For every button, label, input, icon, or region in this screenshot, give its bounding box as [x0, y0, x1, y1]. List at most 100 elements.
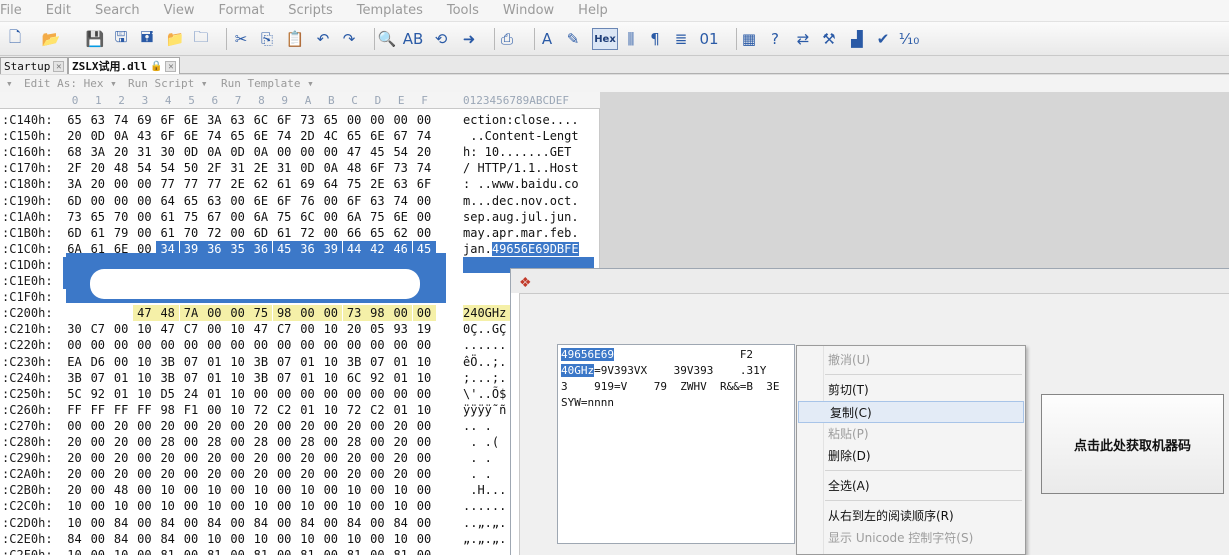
hex-byte[interactable]: 6C: [249, 112, 272, 128]
hex-byte[interactable]: 10: [296, 482, 319, 498]
hex-byte[interactable]: 63: [389, 176, 412, 192]
context-menu-item[interactable]: 显示 Unicode 控制字符(S): [797, 527, 1025, 549]
hex-byte[interactable]: 00: [273, 337, 296, 353]
hex-byte[interactable]: 20: [389, 450, 412, 466]
hex-byte[interactable]: FF: [63, 402, 86, 418]
hex-byte[interactable]: 20: [203, 466, 226, 482]
hex-byte[interactable]: 00: [180, 482, 203, 498]
paragraph-icon[interactable]: ¶: [644, 28, 666, 50]
replace-icon[interactable]: ⟲: [430, 28, 452, 50]
hex-byte[interactable]: 10: [319, 321, 342, 337]
hex-byte[interactable]: C7: [273, 321, 296, 337]
hex-byte[interactable]: 00: [110, 176, 133, 192]
hex-byte[interactable]: 77: [180, 176, 203, 192]
hex-byte[interactable]: 00: [296, 337, 319, 353]
open-icon[interactable]: 📂: [40, 28, 62, 50]
hex-byte[interactable]: 10: [203, 482, 226, 498]
hex-byte[interactable]: 10: [226, 354, 249, 370]
hex-byte[interactable]: 00: [413, 386, 436, 402]
hex-byte[interactable]: 6E: [180, 112, 203, 128]
hex-byte[interactable]: 07: [366, 354, 389, 370]
hex-byte[interactable]: 28: [343, 434, 366, 450]
hex-byte[interactable]: 10: [156, 482, 179, 498]
hex-byte[interactable]: 3A: [203, 112, 226, 128]
hex-byte[interactable]: 20: [296, 466, 319, 482]
hex-byte[interactable]: 0A: [249, 144, 272, 160]
hex-byte[interactable]: 00: [296, 305, 319, 322]
hex-byte[interactable]: 00: [296, 386, 319, 402]
hex-byte[interactable]: 01: [296, 354, 319, 370]
hex-byte[interactable]: FF: [133, 402, 156, 418]
menu-format[interactable]: Format: [218, 3, 264, 18]
find-replace-icon[interactable]: AB: [402, 28, 424, 50]
hex-byte[interactable]: 00: [180, 547, 203, 555]
close-icon[interactable]: ✕: [165, 60, 177, 72]
hex-byte[interactable]: 00: [273, 498, 296, 514]
hex-byte[interactable]: 73: [342, 305, 366, 322]
hex-byte[interactable]: 93: [389, 321, 412, 337]
hex-byte[interactable]: 72: [296, 225, 319, 241]
ascii-cell[interactable]: m...dec.nov.oct.: [463, 193, 594, 209]
hex-byte[interactable]: 00: [86, 515, 109, 531]
hex-byte[interactable]: 10: [203, 531, 226, 547]
hex-byte[interactable]: 00: [319, 531, 342, 547]
hex-byte[interactable]: 00: [86, 482, 109, 498]
hex-byte[interactable]: 00: [366, 466, 389, 482]
hex-byte[interactable]: 65: [366, 225, 389, 241]
hex-byte[interactable]: 6E: [180, 128, 203, 144]
hex-byte[interactable]: 30: [63, 321, 86, 337]
hex-byte[interactable]: 00: [319, 434, 342, 450]
hex-byte[interactable]: 20: [203, 450, 226, 466]
hex-byte[interactable]: 2D: [296, 128, 319, 144]
hex-byte[interactable]: 00: [296, 321, 319, 337]
hex-byte[interactable]: 00: [413, 482, 436, 498]
hex-byte[interactable]: F1: [180, 402, 203, 418]
hex-byte[interactable]: 00: [413, 515, 436, 531]
hex-byte[interactable]: 00: [226, 337, 249, 353]
hex-byte[interactable]: 65: [343, 128, 366, 144]
hex-byte[interactable]: 48: [110, 160, 133, 176]
highlight-icon[interactable]: ✎: [562, 28, 584, 50]
hex-byte[interactable]: 4C: [319, 128, 342, 144]
hex-byte[interactable]: 10: [63, 515, 86, 531]
hex-byte[interactable]: 84: [343, 515, 366, 531]
ascii-cell[interactable]: ection:close....: [463, 112, 594, 128]
hex-row[interactable]: :C140h: 65 63 74 69 6F 6E 3A 63 6C 6F 73 65 00 00 00 00 e…: [0, 112, 599, 128]
ascii-cell[interactable]: ..Content-Lengt: [463, 128, 594, 144]
ascii-cell[interactable]: / HTTP/1.1..Host: [463, 160, 594, 176]
hex-byte[interactable]: 65: [226, 128, 249, 144]
hex-byte[interactable]: 3A: [86, 144, 109, 160]
hex-byte[interactable]: 81: [296, 547, 319, 555]
hex-byte[interactable]: 81: [203, 547, 226, 555]
hex-byte[interactable]: 00: [413, 450, 436, 466]
hex-byte[interactable]: 98: [365, 305, 389, 322]
hex-byte[interactable]: C7: [86, 321, 109, 337]
menu-tools[interactable]: Tools: [447, 3, 479, 18]
hex-byte[interactable]: 00: [133, 434, 156, 450]
hex-byte[interactable]: 10: [413, 402, 436, 418]
hex-byte[interactable]: 10: [110, 498, 133, 514]
hex-byte[interactable]: 20: [86, 176, 109, 192]
checksum-icon[interactable]: ✔: [872, 28, 894, 50]
context-menu-item[interactable]: 剪切(T): [797, 379, 1025, 401]
hex-byte[interactable]: 45: [366, 144, 389, 160]
hex-row[interactable]: :C180h: 3A 20 00 00 77 77 77 2E 62 61 69 64 75 2E 63 6F:…: [0, 176, 599, 192]
hex-byte[interactable]: 00: [413, 225, 436, 241]
hex-byte[interactable]: 00: [413, 531, 436, 547]
hex-byte[interactable]: 10: [296, 498, 319, 514]
hex-byte[interactable]: 00: [366, 434, 389, 450]
hex-byte[interactable]: 66: [343, 225, 366, 241]
hex-byte[interactable]: 20: [63, 450, 86, 466]
hex-byte[interactable]: 10: [296, 531, 319, 547]
hex-byte[interactable]: 01: [110, 386, 133, 402]
hex-byte[interactable]: 98: [272, 305, 296, 322]
hex-byte[interactable]: 62: [249, 176, 272, 192]
hex-byte[interactable]: 10: [249, 531, 272, 547]
hex-byte[interactable]: 01: [110, 370, 133, 386]
hex-byte[interactable]: 00: [413, 434, 436, 450]
hex-byte[interactable]: 98: [156, 402, 179, 418]
hex-byte[interactable]: 20: [86, 160, 109, 176]
hex-byte[interactable]: 10: [133, 370, 156, 386]
hex-byte[interactable]: 64: [156, 193, 179, 209]
context-menu-item[interactable]: 删除(D): [797, 445, 1025, 467]
